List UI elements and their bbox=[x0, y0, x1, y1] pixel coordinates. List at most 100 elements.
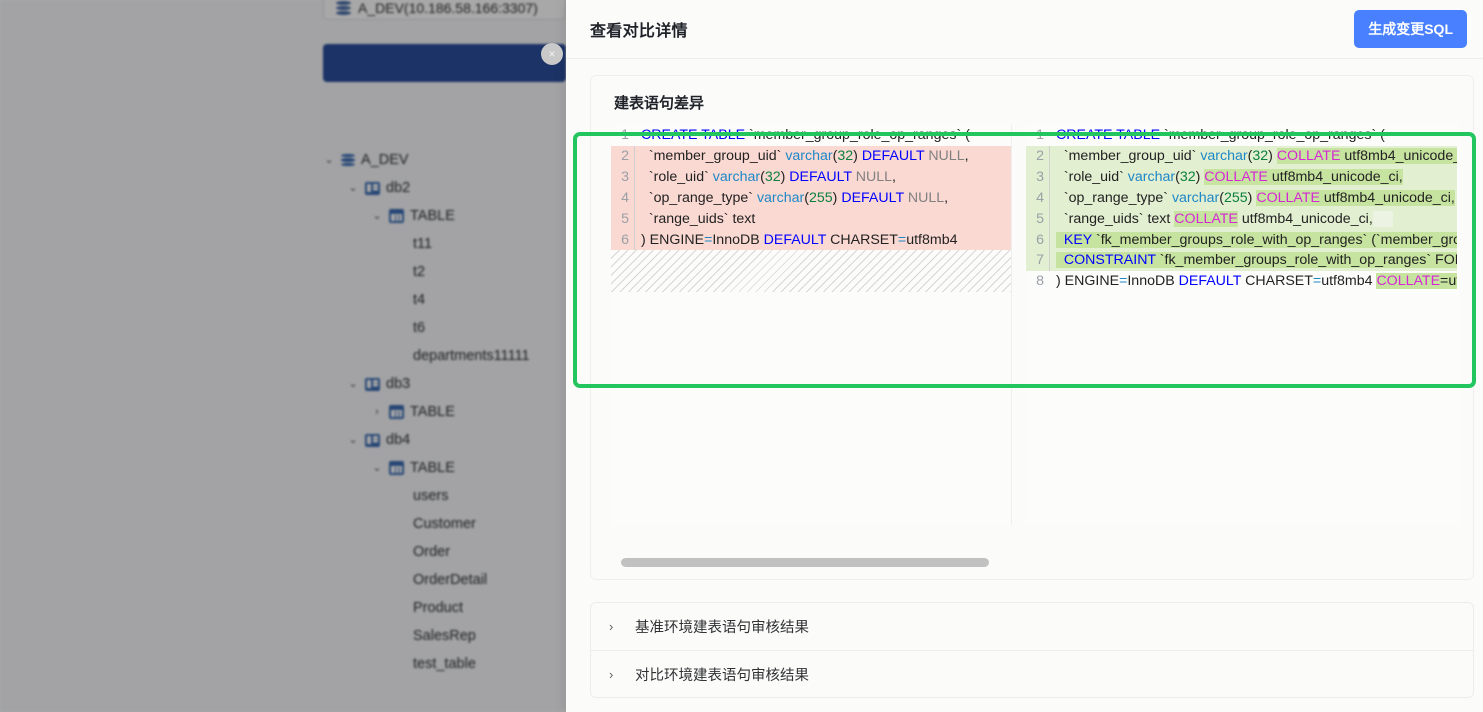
code-token: varchar bbox=[712, 168, 761, 185]
diff-line: 2 `member_group_uid` varchar(32) COLLATE… bbox=[1026, 145, 1457, 167]
code-token: = bbox=[1312, 273, 1322, 290]
code-token: DEFAULT bbox=[763, 231, 831, 248]
diff-pane-target[interactable]: 1 CREATE TABLE `member_group_role_op_rang… bbox=[1026, 125, 1457, 525]
code-token: InnoDB bbox=[1127, 273, 1179, 290]
code-token: `op_range_type` bbox=[641, 189, 757, 206]
code-token: 32 bbox=[1252, 147, 1269, 164]
code-token: CHARSET bbox=[830, 231, 898, 248]
diff-line: 6 KEY `fk_member_groups_role_with_op_ran… bbox=[1026, 229, 1457, 251]
code-token: ) bbox=[1195, 168, 1205, 185]
code-token: varchar bbox=[1200, 147, 1248, 164]
diff-code-target: 1 CREATE TABLE `member_group_role_op_rang… bbox=[1026, 125, 1457, 525]
code-token: DEFAULT bbox=[789, 168, 856, 185]
diff-line: 1 CREATE TABLE `member_group_role_op_rang… bbox=[611, 125, 1011, 146]
diff-empty-area bbox=[611, 292, 1011, 525]
code-token bbox=[1372, 210, 1393, 227]
code-token: `member_group_uid` bbox=[641, 147, 786, 164]
code-token: CONSTRAINT bbox=[1056, 252, 1160, 269]
diff-line-text: `role_uid` varchar(32) DEFAULT NULL, bbox=[635, 167, 1011, 188]
diff-line-number: 4 bbox=[1026, 187, 1050, 209]
diff-empty-area bbox=[1026, 292, 1457, 525]
collapse-row-label: 对比环境建表语句审核结果 bbox=[635, 667, 809, 684]
audit-result-collapse-group: › 基准环境建表语句审核结果 › 对比环境建表语句审核结果 bbox=[590, 602, 1474, 698]
diff-line-text: CREATE TABLE `member_group_role_op_range… bbox=[635, 125, 1011, 146]
code-token: 32 bbox=[1179, 168, 1196, 185]
code-token: COLLATE bbox=[1376, 273, 1441, 290]
code-token: 32 bbox=[764, 168, 781, 185]
code-token: ) bbox=[780, 168, 790, 185]
diff-line-text: KEY `fk_member_groups_role_with_op_range… bbox=[1050, 230, 1457, 251]
diff-pane-gap bbox=[1012, 125, 1026, 525]
generate-change-sql-button[interactable]: 生成变更SQL bbox=[1354, 10, 1467, 48]
code-token: 32 bbox=[837, 147, 854, 164]
code-token: CREATE TABLE bbox=[1056, 127, 1165, 143]
code-token: ) ENGINE bbox=[641, 231, 705, 248]
code-token: DEFAULT bbox=[841, 189, 908, 206]
collapse-row-label: 基准环境建表语句审核结果 bbox=[635, 620, 809, 636]
diff-line-text: `member_group_uid` varchar(32) COLLATE u… bbox=[1050, 146, 1457, 167]
collapse-row[interactable]: › 基准环境建表语句审核结果 bbox=[591, 603, 1473, 650]
code-token: COLLATE bbox=[1276, 147, 1341, 164]
diff-line-number: 8 bbox=[1036, 273, 1044, 290]
diff-line: 7 CONSTRAINT `fk_member_groups_role_with… bbox=[1026, 250, 1457, 272]
code-token: DEFAULT bbox=[861, 147, 929, 164]
diff-scrollbar-thumb[interactable] bbox=[621, 558, 989, 567]
diff-line-number: 2 bbox=[1026, 145, 1050, 167]
diff-pane-baseline[interactable]: 1 CREATE TABLE `member_group_role_op_rang… bbox=[611, 125, 1012, 525]
diff-card-title: 建表语句差异 bbox=[614, 95, 705, 112]
diff-line-text: `op_range_type` varchar(255) COLLATE utf… bbox=[1050, 188, 1457, 209]
diff-line: 6) ENGINE=InnoDB DEFAULT CHARSET=utf8mb4 bbox=[611, 229, 1011, 251]
code-token: 255 bbox=[1224, 189, 1248, 206]
close-icon[interactable]: × bbox=[541, 43, 563, 65]
code-token: ) bbox=[853, 147, 862, 164]
diff-line-number: 7 bbox=[1026, 250, 1050, 272]
code-token: , bbox=[964, 147, 969, 164]
code-token: , bbox=[944, 189, 949, 206]
backdrop-dim-overlay[interactable] bbox=[0, 0, 566, 712]
code-token: `member_group_role_op_ranges` ( bbox=[749, 127, 970, 143]
code-token: ) bbox=[1268, 147, 1277, 164]
chevron-right-icon[interactable]: › bbox=[609, 667, 619, 682]
code-token: `role_uid` bbox=[641, 168, 713, 185]
code-token: `op_range_type` bbox=[1056, 189, 1172, 206]
diff-line-number: 1 bbox=[1036, 127, 1044, 143]
code-token: , bbox=[892, 168, 896, 185]
code-token: `role_uid` bbox=[1056, 168, 1128, 185]
diff-horizontal-scrollbar[interactable] bbox=[611, 555, 1012, 569]
diff-line-text: CREATE TABLE `member_group_role_op_range… bbox=[1050, 125, 1457, 146]
diff-line-text: `range_uids` text COLLATE utf8mb4_unicod… bbox=[1050, 209, 1457, 230]
diff-line-text: `role_uid` varchar(32) COLLATE utf8mb4_u… bbox=[1050, 167, 1457, 188]
diff-line-number: 6 bbox=[1026, 229, 1050, 251]
code-token: varchar bbox=[756, 189, 805, 206]
chevron-right-icon[interactable]: › bbox=[609, 619, 619, 634]
modal-header: 查看对比详情 生成变更SQL bbox=[566, 0, 1483, 59]
code-token: `member_group_uid` bbox=[1056, 147, 1201, 164]
code-token: utf8mb4_unicode_ci, bbox=[1237, 210, 1373, 227]
code-token: `range_uids` text bbox=[641, 210, 756, 227]
diff-filler-block bbox=[611, 250, 1011, 293]
code-token: CHARSET bbox=[1245, 273, 1313, 290]
diff-line-text: `range_uids` text bbox=[635, 209, 1011, 230]
code-token: utf8mb4_unicode_ci, bbox=[1267, 168, 1403, 185]
diff-line: 5 `range_uids` text COLLATE utf8mb4_unic… bbox=[1026, 208, 1457, 230]
code-token: varchar bbox=[1171, 189, 1220, 206]
diff-line-number: 3 bbox=[1026, 166, 1050, 188]
compare-detail-modal: × 查看对比详情 生成变更SQL 建表语句差异 1 CREATE TABLE `m… bbox=[541, 0, 1483, 712]
diff-viewer: 1 CREATE TABLE `member_group_role_op_rang… bbox=[611, 125, 1459, 525]
collapse-row[interactable]: › 对比环境建表语句审核结果 bbox=[591, 650, 1473, 697]
code-token: NULL bbox=[855, 168, 893, 185]
diff-code-baseline: 1 CREATE TABLE `member_group_role_op_rang… bbox=[611, 125, 1011, 525]
diff-line-number: 4 bbox=[611, 187, 635, 209]
code-token: varchar bbox=[785, 147, 833, 164]
diff-line: 3 `role_uid` varchar(32) COLLATE utf8mb4… bbox=[1026, 166, 1457, 188]
diff-line-number: 3 bbox=[611, 166, 635, 188]
code-token: `fk_member_groups_role_with_op_ranges` F… bbox=[1159, 252, 1457, 269]
diff-line: 4 `op_range_type` varchar(255) DEFAULT N… bbox=[611, 187, 1011, 209]
code-token: `fk_member_groups_role_with_op_ranges` (… bbox=[1095, 231, 1457, 248]
diff-line-text: `op_range_type` varchar(255) DEFAULT NUL… bbox=[635, 188, 1011, 209]
ddl-diff-card: 建表语句差异 1 CREATE TABLE `member_group_role_… bbox=[590, 75, 1474, 580]
code-token: ) ENGINE bbox=[1056, 273, 1120, 290]
code-token: COLLATE bbox=[1204, 168, 1268, 185]
diff-line: 1 CREATE TABLE `member_group_role_op_rang… bbox=[1026, 125, 1457, 146]
code-token: utf8mb4_unicode_ci, bbox=[1319, 189, 1455, 206]
